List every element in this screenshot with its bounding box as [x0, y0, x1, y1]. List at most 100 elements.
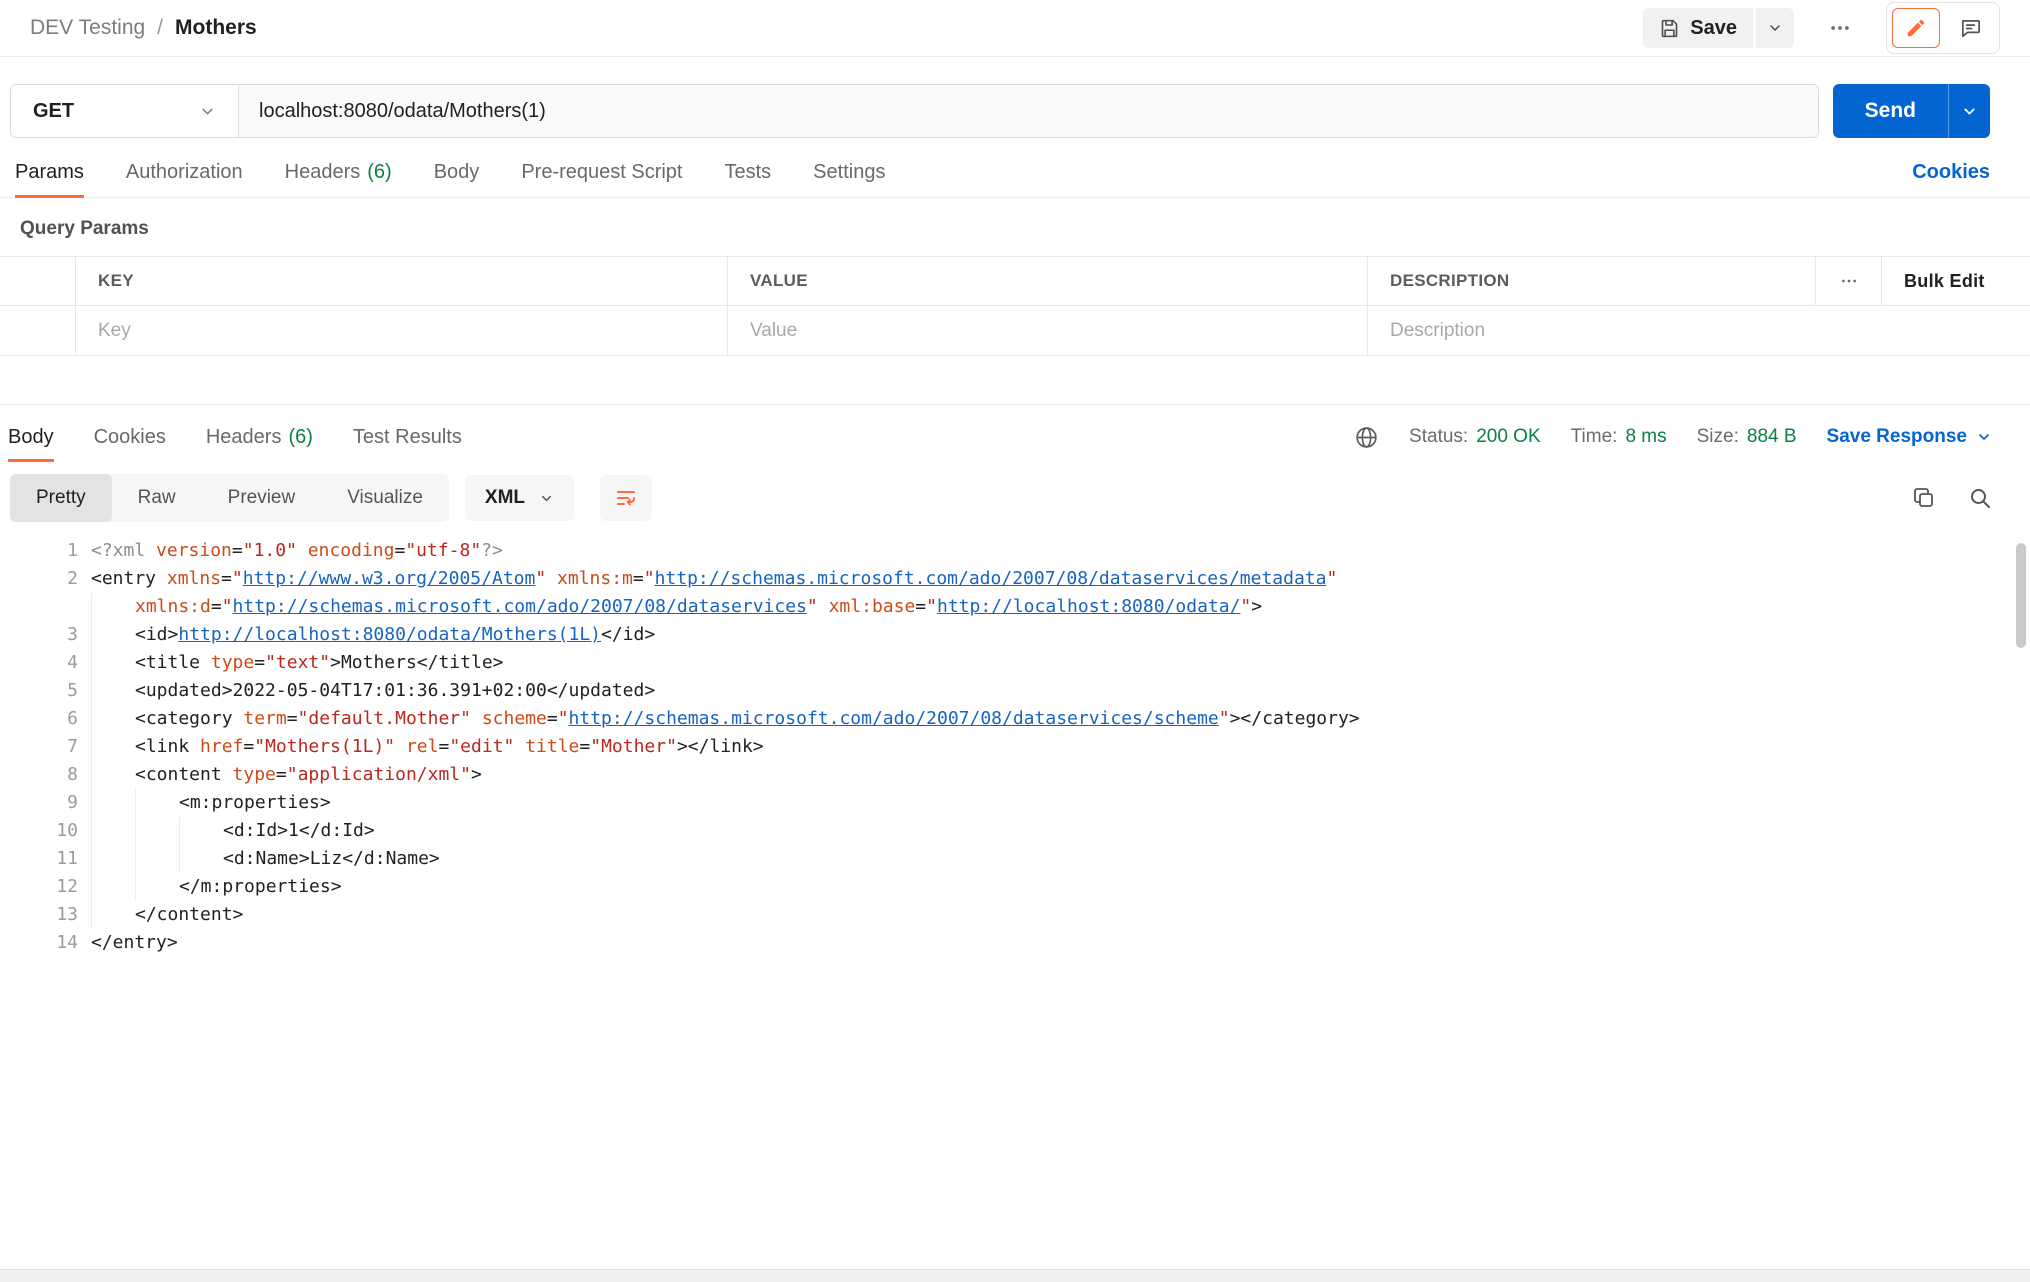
params-more-icon[interactable]: [1840, 272, 1858, 290]
code-content: <?xml version="1.0" encoding="utf-8"?>: [91, 537, 503, 565]
view-tab-visualize[interactable]: Visualize: [321, 474, 449, 522]
chevron-down-icon: [1964, 108, 1975, 114]
params-column-key: KEY: [75, 257, 727, 305]
response-tab-headers[interactable]: Headers (6): [206, 413, 313, 461]
code-token: </id>: [601, 624, 656, 645]
save-button[interactable]: Save: [1643, 8, 1753, 48]
code-token: "edit": [449, 736, 515, 757]
method-url-container: GET: [10, 84, 1819, 138]
view-tab-preview[interactable]: Preview: [202, 474, 322, 522]
chevron-down-icon: [1979, 434, 1989, 440]
code-line: 3 <id>http://localhost:8080/odata/Mothers…: [0, 621, 2030, 649]
view-tab-raw[interactable]: Raw: [112, 474, 202, 522]
code-link[interactable]: http://localhost:8080/odata/Mothers(1L): [178, 624, 601, 645]
code-token: =: [546, 708, 558, 729]
code-token: <id>: [135, 624, 179, 645]
save-button-group: Save: [1643, 8, 1794, 48]
code-viewer: 1 <?xml version="1.0" encoding="utf-8"?> 2…: [0, 537, 2030, 957]
code-token: ": [1240, 596, 1252, 617]
code-link[interactable]: http://www.w3.org/2005/Atom: [243, 568, 536, 589]
more-actions-button[interactable]: [1820, 8, 1860, 48]
code-token: encoding: [307, 540, 395, 561]
network-globe-icon[interactable]: [1354, 425, 1379, 450]
breadcrumb-workspace[interactable]: DEV Testing: [30, 16, 145, 40]
cookies-link[interactable]: Cookies: [1912, 161, 1990, 184]
send-options-button[interactable]: [1948, 84, 1990, 138]
request-tab-settings[interactable]: Settings: [813, 148, 885, 197]
wrap-lines-button[interactable]: [600, 475, 653, 521]
indent-guide: [91, 845, 135, 873]
edit-mode-button[interactable]: [1892, 8, 1940, 48]
line-number: [0, 593, 78, 621]
code-token: ?>: [481, 540, 503, 561]
code-token: rel: [405, 736, 439, 757]
response-tab-cookies[interactable]: Cookies: [94, 413, 166, 461]
query-params-title: Query Params: [20, 218, 149, 239]
method-selector[interactable]: GET: [11, 85, 239, 137]
request-tab-body[interactable]: Body: [434, 148, 480, 197]
horizontal-scrollbar[interactable]: [0, 1269, 2030, 1282]
code-content: <content type="application/xml">: [91, 761, 482, 789]
request-tab-pre-request-script[interactable]: Pre-request Script: [521, 148, 682, 197]
params-select-column: [0, 257, 75, 305]
code-token: type: [210, 652, 255, 673]
code-line: 11 <d:Name>Liz</d:Name>: [0, 845, 2030, 873]
code-token: ": [231, 568, 243, 589]
indent-guide: [179, 817, 223, 845]
request-tab-params[interactable]: Params: [15, 148, 84, 198]
request-tab-headers[interactable]: Headers (6): [285, 148, 392, 197]
code-token: >: [470, 764, 482, 785]
vertical-scrollbar[interactable]: [2016, 543, 2026, 648]
code-token: =: [254, 652, 266, 673]
copy-button[interactable]: [1912, 486, 1936, 510]
param-key-input[interactable]: [76, 318, 727, 343]
response-tab-body[interactable]: Body: [8, 413, 54, 462]
code-line: 12 </m:properties>: [0, 873, 2030, 901]
code-token: ": [806, 596, 818, 617]
request-tab-tests[interactable]: Tests: [724, 148, 771, 197]
param-value-input[interactable]: [728, 318, 1367, 343]
method-label: GET: [33, 99, 75, 122]
code-content: <d:Id>1</d:Id>: [91, 817, 375, 845]
code-link[interactable]: http://schemas.microsoft.com/ado/2007/08…: [569, 708, 1219, 729]
send-button[interactable]: Send: [1832, 84, 1948, 138]
params-description-cell: [1367, 306, 2030, 355]
save-icon: [1659, 18, 1680, 39]
url-input[interactable]: [239, 85, 1818, 137]
format-selector[interactable]: XML: [464, 475, 575, 521]
request-bar: GET Send: [10, 84, 1990, 138]
indent-guide: [135, 845, 179, 873]
code-token: type: [232, 764, 276, 785]
save-options-button[interactable]: [1756, 8, 1794, 48]
comments-button[interactable]: [1946, 8, 1994, 48]
code-token: "Mother": [590, 736, 677, 757]
code-token: </updated>: [546, 680, 656, 701]
time-label: Time:: [1570, 426, 1618, 447]
response-pane: Body Cookies Headers (6) Test Results Status…: [0, 404, 2030, 957]
line-number: 10: [56, 820, 78, 841]
code-content: </entry>: [91, 929, 178, 957]
request-tab-authorization[interactable]: Authorization: [126, 148, 243, 197]
line-number: 2: [67, 568, 78, 589]
code-link[interactable]: http://schemas.microsoft.com/ado/2007/08…: [655, 568, 1327, 589]
indent-guide: [91, 873, 135, 901]
code-line: 6 <category term="default.Mother" scheme=…: [0, 705, 2030, 733]
status-value: 200 OK: [1476, 426, 1541, 447]
code-line: 2 <entry xmlns="http://www.w3.org/2005/At…: [0, 565, 2030, 593]
params-column-description: DESCRIPTION: [1367, 257, 1815, 305]
indent-guide: [91, 649, 135, 677]
save-response-button[interactable]: Save Response: [1827, 426, 1992, 448]
param-description-input[interactable]: [1368, 318, 2030, 343]
search-button[interactable]: [1968, 486, 1992, 510]
bulk-edit-button[interactable]: Bulk Edit: [1881, 257, 2030, 305]
code-token: xml:base: [828, 596, 916, 617]
view-tab-pretty[interactable]: Pretty: [10, 474, 112, 522]
code-line: 4 <title type="text">Mothers</title>: [0, 649, 2030, 677]
code-token: xmlns:m: [557, 568, 633, 589]
response-tab-test-results[interactable]: Test Results: [353, 413, 462, 461]
code-link[interactable]: http://localhost:8080/odata/: [937, 596, 1240, 617]
code-token: title: [525, 736, 580, 757]
code-link[interactable]: http://schemas.microsoft.com/ado/2007/08…: [233, 596, 807, 617]
code-token: Mothers: [340, 652, 417, 673]
